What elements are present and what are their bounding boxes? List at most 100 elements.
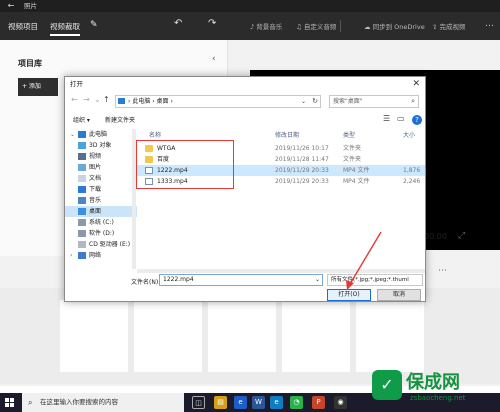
chevron-down-icon[interactable]: ⌄: [70, 129, 75, 140]
file-type: MP4 文件: [343, 178, 370, 185]
filename-label: 文件名(N):: [131, 279, 161, 286]
tab-video-projects[interactable]: 视频项目: [8, 21, 38, 32]
tree-item-3d-objects[interactable]: 3D 对象: [65, 140, 137, 151]
column-modified[interactable]: 修改日期: [275, 130, 299, 139]
file-modified: 2019/11/26 10:17: [275, 145, 329, 152]
tree-item-label: 系统 (C:): [89, 219, 114, 226]
watermark-name: 保成网: [406, 372, 460, 393]
library-title: 项目库: [18, 59, 42, 68]
tree-item-network[interactable]: › 网络: [65, 250, 137, 261]
forward-icon[interactable]: →: [83, 95, 90, 104]
collapse-chevron-icon[interactable]: ‹: [212, 54, 216, 64]
filename-value: 1222.mp4: [163, 276, 194, 283]
organize-button[interactable]: 组织 ▾: [73, 115, 90, 124]
refresh-icon[interactable]: ↻: [312, 96, 318, 107]
breadcrumb-item[interactable]: 此电脑: [132, 98, 150, 105]
tree-item-drive-d[interactable]: 软件 (D:): [65, 228, 137, 239]
tree-item-cd-drive[interactable]: CD 驱动器 (E:): [65, 239, 137, 250]
highlight-box: [136, 140, 234, 189]
ie-browser-icon[interactable]: e: [270, 396, 283, 409]
file-type: 文件夹: [343, 156, 362, 163]
storyboard-slot[interactable]: [282, 300, 350, 372]
custom-audio-button[interactable]: ♫ 自定义音频: [296, 21, 336, 31]
picture-folder-icon: [78, 164, 86, 171]
file-type: MP4 文件: [343, 167, 370, 174]
tree-item-desktop[interactable]: 桌面: [65, 206, 137, 217]
tab-video-trim[interactable]: 视频裁取: [50, 21, 80, 36]
cube-icon: [78, 142, 86, 149]
tree-item-label: 图片: [89, 164, 102, 171]
more-options-icon[interactable]: …: [485, 19, 494, 29]
chevron-right-icon[interactable]: ›: [70, 250, 72, 261]
search-icon: ⌕: [28, 398, 33, 407]
storyboard-slot[interactable]: [134, 300, 202, 372]
edge-browser-icon[interactable]: e: [234, 396, 247, 409]
back-icon[interactable]: ←: [71, 95, 78, 104]
expand-icon[interactable]: ⤢: [458, 231, 465, 241]
windows-start-icon[interactable]: [5, 398, 14, 407]
background-music-button[interactable]: ♪ 背景音乐: [250, 21, 282, 31]
up-folder-icon[interactable]: ↑: [103, 95, 110, 104]
redo-icon[interactable]: ↷: [208, 18, 216, 29]
storyboard-slot[interactable]: [60, 300, 128, 372]
taskbar-search-input[interactable]: ⌕ 在这里输入你要搜索的内容: [22, 393, 184, 412]
network-icon: [78, 252, 86, 259]
chevron-down-icon[interactable]: ⌄: [301, 96, 306, 107]
background-music-label: 背景音乐: [256, 23, 283, 31]
open-button[interactable]: 打开(O): [327, 289, 371, 301]
storyboard-slot[interactable]: [356, 300, 424, 372]
word-icon[interactable]: W: [252, 396, 265, 409]
tree-item-videos[interactable]: 视频: [65, 151, 137, 162]
back-arrow-icon[interactable]: ←: [4, 1, 18, 11]
music-folder-icon: [78, 197, 86, 204]
sync-onedrive-button[interactable]: ☁ 同步到 OneDrive: [364, 21, 425, 31]
drive-icon: [78, 230, 86, 237]
undo-icon[interactable]: ↶: [174, 18, 182, 29]
tree-item-label: CD 驱动器 (E:): [89, 241, 131, 248]
finish-video-button[interactable]: ⇪ 完成视频: [432, 21, 466, 31]
close-icon[interactable]: ✕: [412, 77, 420, 91]
toolbar-divider: [340, 20, 341, 32]
search-icon: ⌕: [411, 97, 415, 105]
add-button[interactable]: + 添加: [18, 78, 58, 96]
file-type-filter[interactable]: 所有文件(*.jpg;*.jpeg;*.thuml: [327, 274, 423, 286]
address-bar[interactable]: › 此电脑 › 桌面 › ⌄ ↻: [115, 95, 321, 108]
custom-audio-label: 自定义音频: [303, 23, 337, 31]
search-input[interactable]: 搜索"桌面" ⌕: [329, 95, 419, 108]
tree-item-drive-c[interactable]: 系统 (C:): [65, 217, 137, 228]
breadcrumb-item[interactable]: 桌面: [157, 98, 169, 105]
tree-item-pictures[interactable]: 图片: [65, 162, 137, 173]
chevron-down-icon[interactable]: ⌄: [315, 275, 320, 285]
new-folder-button[interactable]: 新建文件夹: [105, 115, 135, 124]
recent-dropdown-icon[interactable]: ⌄: [94, 95, 101, 104]
preview-pane-icon[interactable]: ▭: [397, 114, 405, 123]
tree-item-documents[interactable]: 文档: [65, 173, 137, 184]
tree-item-music[interactable]: 音乐: [65, 195, 137, 206]
wechat-icon[interactable]: ◔: [290, 396, 303, 409]
tree-item-this-pc[interactable]: ⌄ 此电脑: [65, 129, 137, 140]
powerpoint-icon[interactable]: P: [312, 396, 325, 409]
dialog-title: 打开: [70, 80, 83, 88]
navigation-row: ← → ⌄ ↑ › 此电脑 › 桌面 › ⌄ ↻ 搜索"桌面" ⌕: [65, 91, 425, 111]
search-placeholder: 搜索"桌面": [333, 98, 363, 105]
storyboard-slot[interactable]: [208, 300, 276, 372]
help-icon[interactable]: ?: [412, 115, 422, 125]
sync-onedrive-label: 同步到 OneDrive: [372, 23, 425, 31]
options-icon[interactable]: ⋯: [438, 266, 447, 276]
column-size[interactable]: 大小: [403, 130, 415, 139]
file-explorer-icon[interactable]: ▤: [214, 396, 227, 409]
watermark-url: zsbaocheng.net: [410, 394, 466, 402]
app-icon[interactable]: ◉: [334, 396, 347, 409]
drive-icon: [78, 219, 86, 226]
tree-item-label: 桌面: [89, 208, 102, 215]
tree-item-downloads[interactable]: 下载: [65, 184, 137, 195]
filename-input[interactable]: 1222.mp4 ⌄: [159, 274, 323, 286]
column-name[interactable]: 名称: [149, 130, 161, 139]
cancel-button[interactable]: 取消: [377, 289, 421, 301]
pencil-icon[interactable]: ✎: [90, 20, 98, 30]
command-bar: 组织 ▾ 新建文件夹 ☰ ▭ ?: [65, 113, 425, 127]
column-type[interactable]: 类型: [343, 130, 355, 139]
task-view-icon[interactable]: ◫: [192, 396, 205, 409]
dialog-titlebar: 打开 ✕: [65, 77, 425, 91]
view-options-icon[interactable]: ☰: [383, 114, 390, 123]
